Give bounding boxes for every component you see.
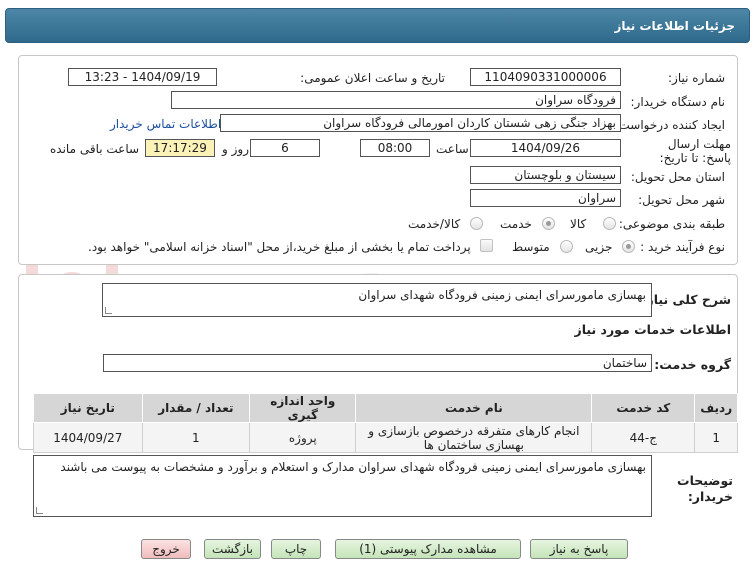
category-label: طبقه بندی موضوعی: <box>618 217 725 231</box>
services-table: ردیف کد خدمت نام خدمت واحد اندازه گیری ت… <box>33 393 738 453</box>
need-number-label: شماره نیاز: <box>668 71 725 85</box>
announce-datetime-field[interactable]: 1404/09/19 - 13:23 <box>68 68 217 86</box>
requester-field[interactable]: بهزاد جنگی زهی شستان کاردان امورمالی فرو… <box>220 114 621 132</box>
resize-grip-icon <box>36 507 43 514</box>
description-field[interactable]: بهسازی مامورسرای ایمنی زمینی فرودگاه شهد… <box>102 283 652 317</box>
treasury-payment-checkbox[interactable] <box>480 239 493 252</box>
remaining-days-field[interactable]: 6 <box>250 139 320 157</box>
back-button[interactable]: بازگشت <box>204 539 261 559</box>
col-header-date: تاریخ نیاز <box>33 393 143 423</box>
cell-service-name: انجام کارهای متفرقه درخصوص بازسازی و بهس… <box>355 422 593 453</box>
treasury-payment-note: پرداخت تمام یا بخشی از مبلغ خرید،از محل … <box>88 240 471 254</box>
process-type-label: نوع فرآیند خرید : <box>640 240 725 254</box>
page-title-bar: جزئیات اطلاعات نیاز <box>5 8 750 43</box>
buyer-org-field[interactable]: فرودگاه سراوان <box>171 91 621 109</box>
process-radio-minor[interactable] <box>622 240 635 253</box>
process-radio-medium[interactable] <box>560 240 573 253</box>
buyer-notes-field[interactable]: بهسازی مامورسرای ایمنی زمینی فرودگاه شهد… <box>33 455 652 517</box>
deadline-label: مهلت ارسال پاسخ: تا تاریخ: <box>659 137 731 165</box>
province-field[interactable]: سیستان و بلوچستان <box>470 166 621 184</box>
description-label: شرح کلی نیاز: <box>641 292 731 307</box>
category-radio-goods-service[interactable] <box>470 217 483 230</box>
service-group-field[interactable]: ساختمان <box>103 354 652 372</box>
exit-button[interactable]: خروج <box>141 539 191 559</box>
category-option-service: خدمت <box>500 217 532 231</box>
need-details-panel <box>18 55 738 265</box>
buyer-notes-label: توضیحات خریدار: <box>677 473 733 504</box>
deadline-time-label: ساعت <box>436 142 469 156</box>
cell-service-code: ج-44 <box>591 422 696 453</box>
col-header-row: ردیف <box>694 393 738 423</box>
reply-to-need-button[interactable]: پاسخ به نیاز <box>530 539 628 559</box>
need-number-field[interactable]: 1104090331000006 <box>470 68 621 86</box>
buyer-contact-link[interactable]: اطلاعات تماس خریدار <box>110 117 221 131</box>
view-attachments-button[interactable]: مشاهده مدارک پیوستی (1) <box>335 539 521 559</box>
category-option-goods-service: کالا/خدمت <box>408 217 461 231</box>
category-radio-goods[interactable] <box>603 217 616 230</box>
province-label: استان محل تحویل: <box>630 170 725 184</box>
cell-unit: پروژه <box>249 422 357 453</box>
services-section-title: اطلاعات خدمات مورد نیاز <box>574 322 732 337</box>
cell-quantity: 1 <box>141 422 251 453</box>
category-radio-service[interactable] <box>542 217 555 230</box>
buyer-notes-text: بهسازی مامورسرای ایمنی زمینی فرودگاه شهد… <box>60 460 646 474</box>
announce-datetime-label: تاریخ و ساعت اعلان عمومی: <box>300 71 445 85</box>
col-header-quantity: تعداد / مقدار <box>141 393 251 423</box>
service-group-label: گروه خدمت: <box>654 357 731 372</box>
page-title: جزئیات اطلاعات نیاز <box>614 19 735 33</box>
deadline-date-field[interactable]: 1404/09/26 <box>470 139 621 157</box>
deadline-time-field[interactable]: 08:00 <box>360 139 430 157</box>
process-option-minor: جزیی <box>585 240 613 254</box>
buyer-org-label: نام دستگاه خریدار: <box>630 95 726 109</box>
requester-label: ایجاد کننده درخواست: <box>614 118 725 132</box>
process-option-medium: متوسط <box>512 240 550 254</box>
col-header-unit: واحد اندازه گیری <box>249 393 357 423</box>
category-option-goods: کالا <box>570 217 587 231</box>
services-table-header: ردیف کد خدمت نام خدمت واحد اندازه گیری ت… <box>33 393 738 423</box>
remaining-time-field: 17:17:29 <box>145 139 215 157</box>
remaining-days-label: روز و <box>222 142 249 156</box>
description-text: بهسازی مامورسرای ایمنی زمینی فرودگاه شهد… <box>358 288 646 302</box>
print-button[interactable]: چاپ <box>271 539 321 559</box>
col-header-code: کد خدمت <box>591 393 696 423</box>
city-label: شهر محل تحویل: <box>638 193 725 207</box>
city-field[interactable]: سراوان <box>470 189 621 207</box>
table-row: 1 ج-44 انجام کارهای متفرقه درخصوص بازساز… <box>33 422 738 453</box>
remaining-time-label: ساعت باقی مانده <box>50 142 140 156</box>
col-header-name: نام خدمت <box>355 393 593 423</box>
cell-row-number: 1 <box>694 422 738 453</box>
resize-grip-icon <box>105 307 112 314</box>
cell-need-date: 1404/09/27 <box>33 422 143 453</box>
